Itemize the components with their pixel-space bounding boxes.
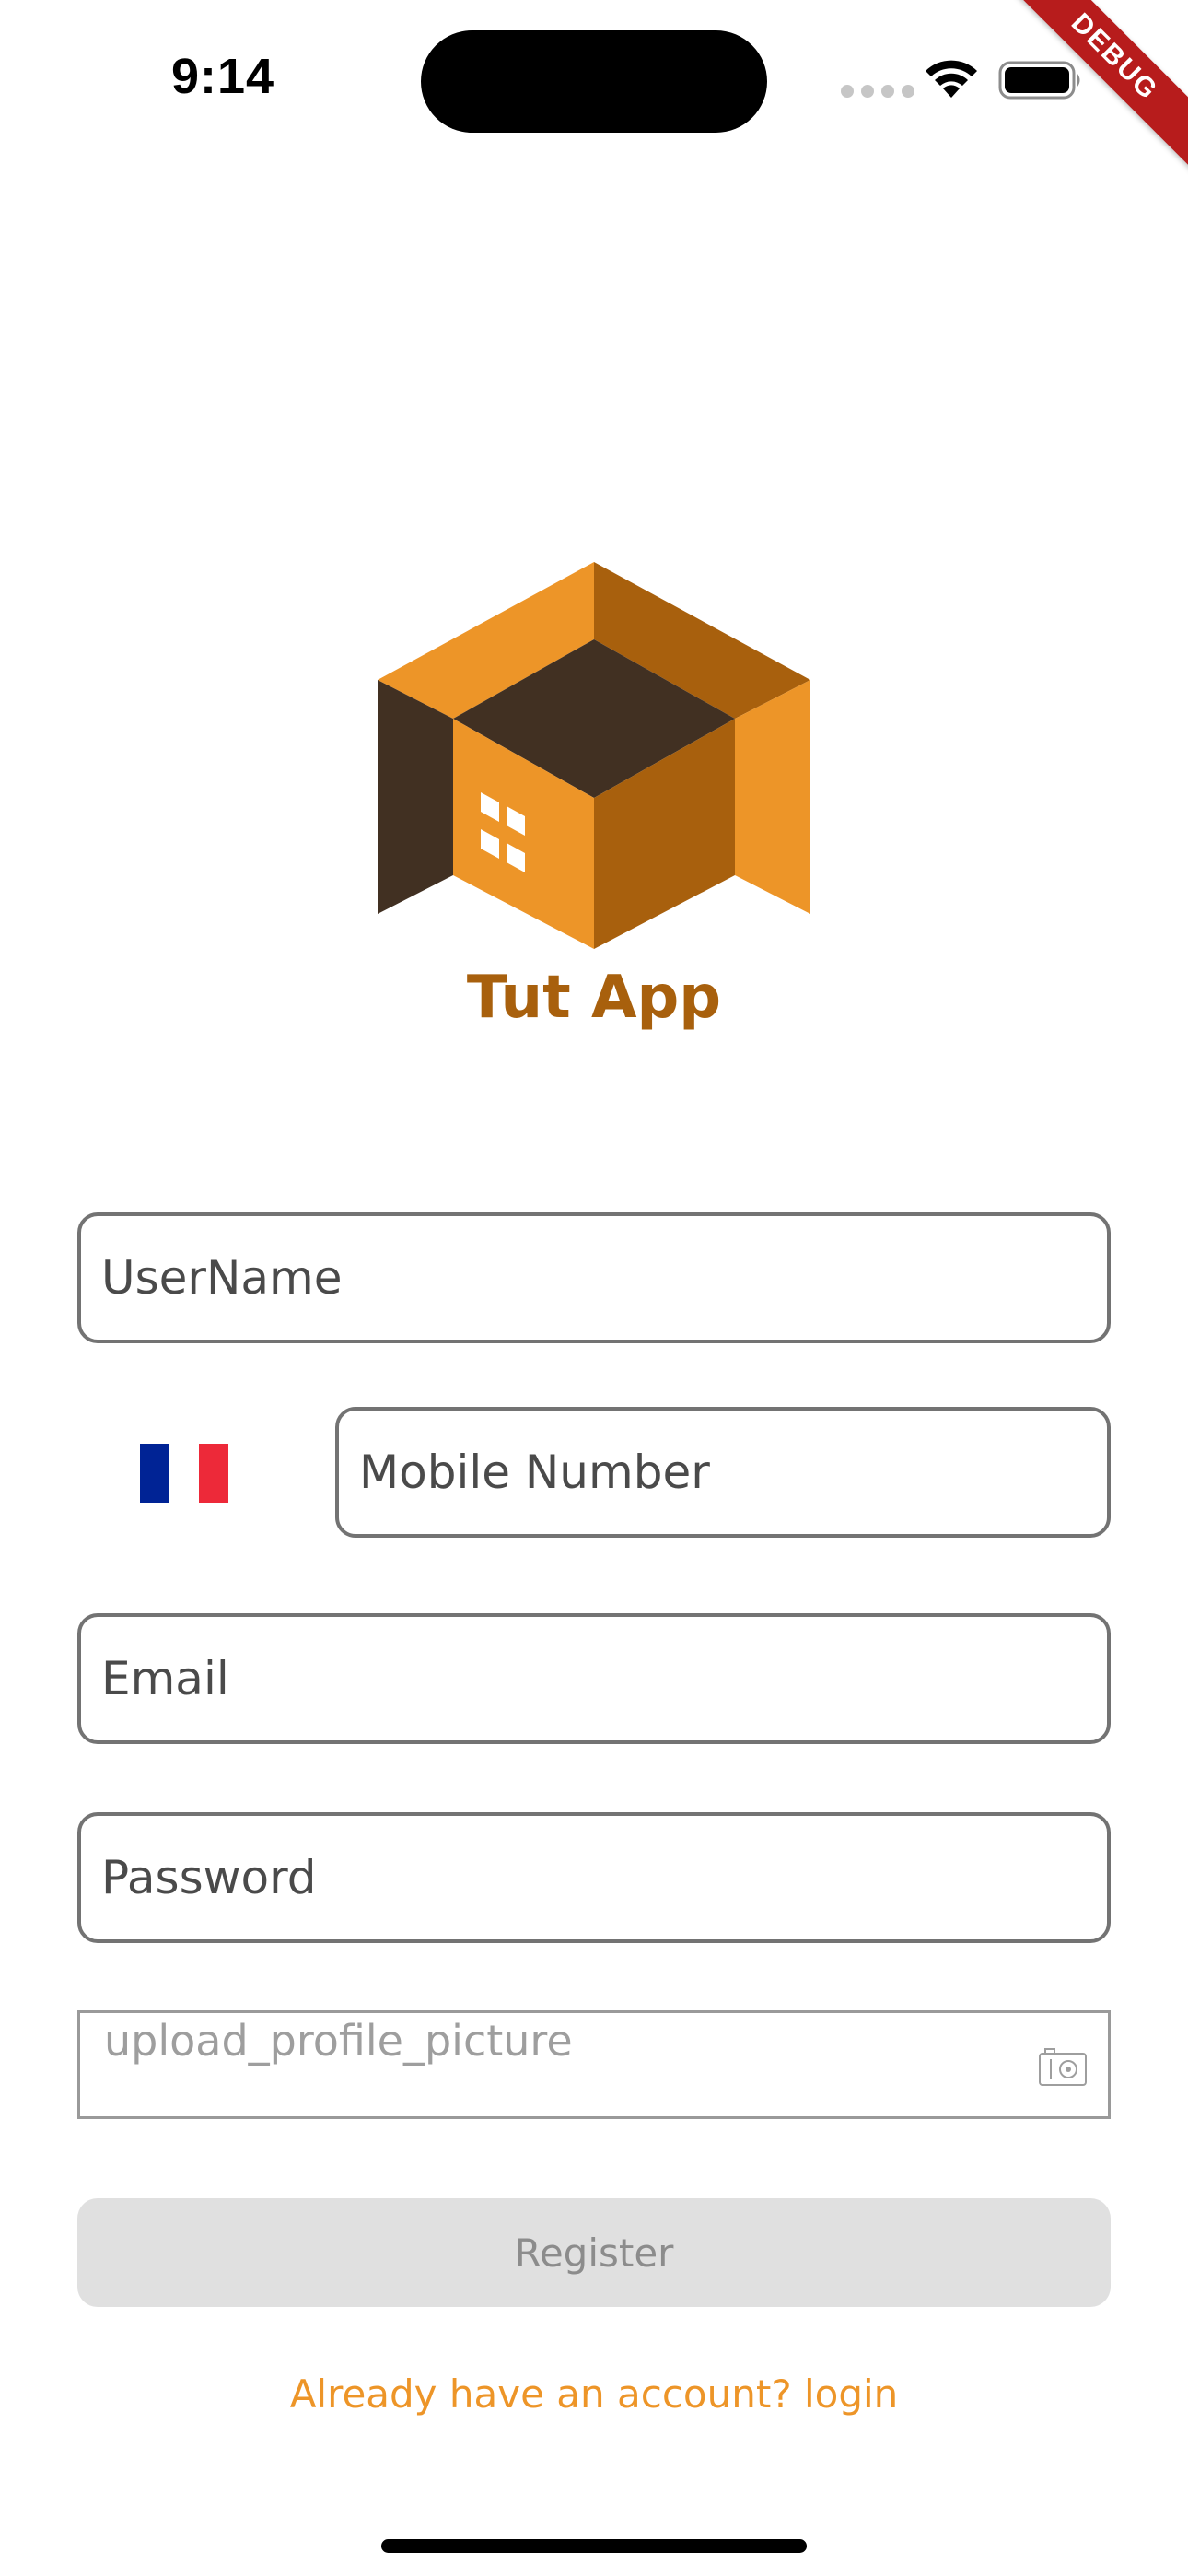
status-time: 9:14 [171, 49, 275, 104]
battery-icon [998, 61, 1080, 100]
mobile-number-field[interactable]: Mobile Number [335, 1407, 1111, 1538]
wifi-icon [926, 60, 977, 98]
register-button[interactable]: Register [77, 2198, 1111, 2307]
home-indicator[interactable] [381, 2539, 807, 2553]
email-field[interactable]: Email [77, 1613, 1111, 1744]
cellular-icon [841, 85, 914, 98]
username-placeholder: UserName [101, 1251, 343, 1305]
mobile-number-placeholder: Mobile Number [359, 1446, 710, 1499]
password-field[interactable]: Password [77, 1812, 1111, 1943]
camera-icon [1039, 2048, 1087, 2086]
register-screen: 9:14 DEBUG Tut App UserName Mobile Numbe… [0, 0, 1188, 2576]
password-placeholder: Password [101, 1851, 317, 1904]
upload-profile-picture-button[interactable]: upload_profile_picture [77, 2010, 1111, 2119]
dynamic-island [421, 30, 767, 133]
email-placeholder: Email [101, 1652, 229, 1705]
username-field[interactable]: UserName [77, 1212, 1111, 1343]
upload-profile-picture-label: upload_profile_picture [104, 2016, 573, 2066]
country-flag-picker[interactable] [140, 1444, 228, 1503]
cube-house-logo [378, 562, 810, 949]
login-link[interactable]: Already have an account? login [0, 2371, 1188, 2417]
app-name: Tut App [466, 964, 722, 1032]
